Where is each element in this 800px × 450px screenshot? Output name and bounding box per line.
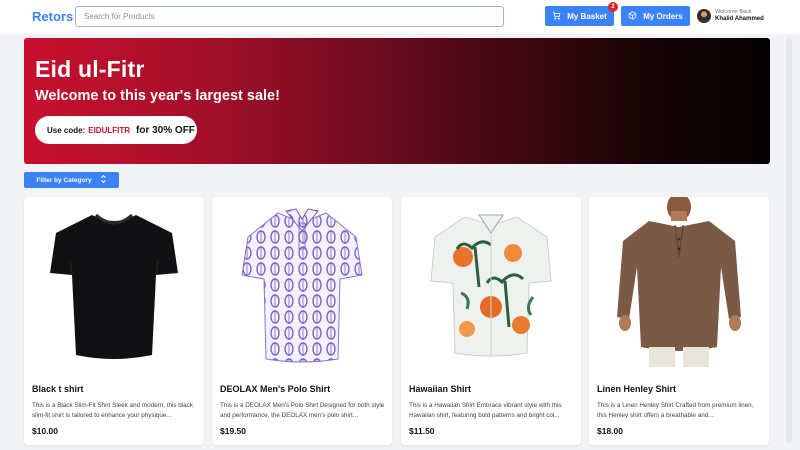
product-card[interactable]: DEOLAX Men's Polo Shirt This is a DEOLAX… (212, 197, 392, 445)
product-card[interactable]: Linen Henley Shirt This is a Linen Henle… (589, 193, 769, 445)
search-input[interactable] (75, 6, 504, 27)
product-price: $10.00 (32, 426, 58, 436)
discount-text: for 30% OFF (136, 124, 195, 136)
product-price: $18.00 (597, 426, 623, 436)
top-header: Retors My Basket 2 My Orders Welcome Bac… (0, 0, 800, 34)
product-name[interactable]: DEOLAX Men's Polo Shirt (220, 384, 330, 394)
product-description: This is a DEOLAX Men's Polo Shirt Design… (220, 402, 385, 419)
product-description: This is a Hawaiian Shirt Embrace vibrant… (409, 402, 562, 419)
app-logo[interactable]: Retors (32, 9, 73, 24)
box-icon (628, 10, 637, 22)
use-code-label: Use code: (47, 125, 86, 135)
page-scrollbar[interactable] (786, 38, 792, 443)
product-card[interactable]: Hawaiian Shirt This is a Hawaiian Shirt … (401, 197, 581, 445)
black-tshirt-image[interactable] (24, 197, 204, 367)
product-price: $11.50 (409, 426, 435, 436)
product-description: This is a Linen Henley Shirt Crafted fro… (597, 402, 754, 419)
my-orders-button[interactable]: My Orders (621, 6, 690, 26)
filter-label: Filter by Category (36, 176, 92, 184)
hawaiian-shirt-image[interactable] (401, 197, 581, 367)
my-basket-button[interactable]: My Basket (545, 6, 614, 26)
chevron-up-down-icon (100, 174, 107, 185)
product-name[interactable]: Hawaiian Shirt (409, 384, 471, 394)
product-name[interactable]: Linen Henley Shirt (597, 384, 676, 394)
promo-code: EIDULFITR (88, 125, 131, 135)
banner-title: Eid ul-Fitr (35, 56, 145, 82)
promo-code-pill[interactable]: Use code: EIDULFITR for 30% OFF (35, 116, 197, 144)
cart-icon (552, 11, 561, 22)
linen-henley-shirt-image[interactable] (589, 193, 769, 367)
promo-banner: Eid ul-Fitr Welcome to this year's large… (24, 38, 770, 164)
my-orders-label: My Orders (643, 11, 683, 21)
product-price: $19.50 (220, 426, 246, 436)
welcome-text: Welcome Back (715, 9, 752, 15)
avatar[interactable] (697, 9, 711, 23)
purple-polo-shirt-image[interactable] (212, 197, 392, 367)
basket-count-badge: 2 (608, 2, 618, 12)
product-name[interactable]: Black t shirt (32, 384, 84, 394)
product-description: This is a Black Slim-Fit Shirt Sleek and… (32, 402, 193, 419)
my-basket-label: My Basket (567, 11, 607, 21)
filter-by-category-button[interactable]: Filter by Category (24, 172, 119, 188)
username[interactable]: Khalid Ahammed (715, 16, 764, 22)
product-card[interactable]: Black t shirt This is a Black Slim-Fit S… (24, 197, 204, 445)
banner-subtitle: Welcome to this year's largest sale! (35, 88, 280, 104)
